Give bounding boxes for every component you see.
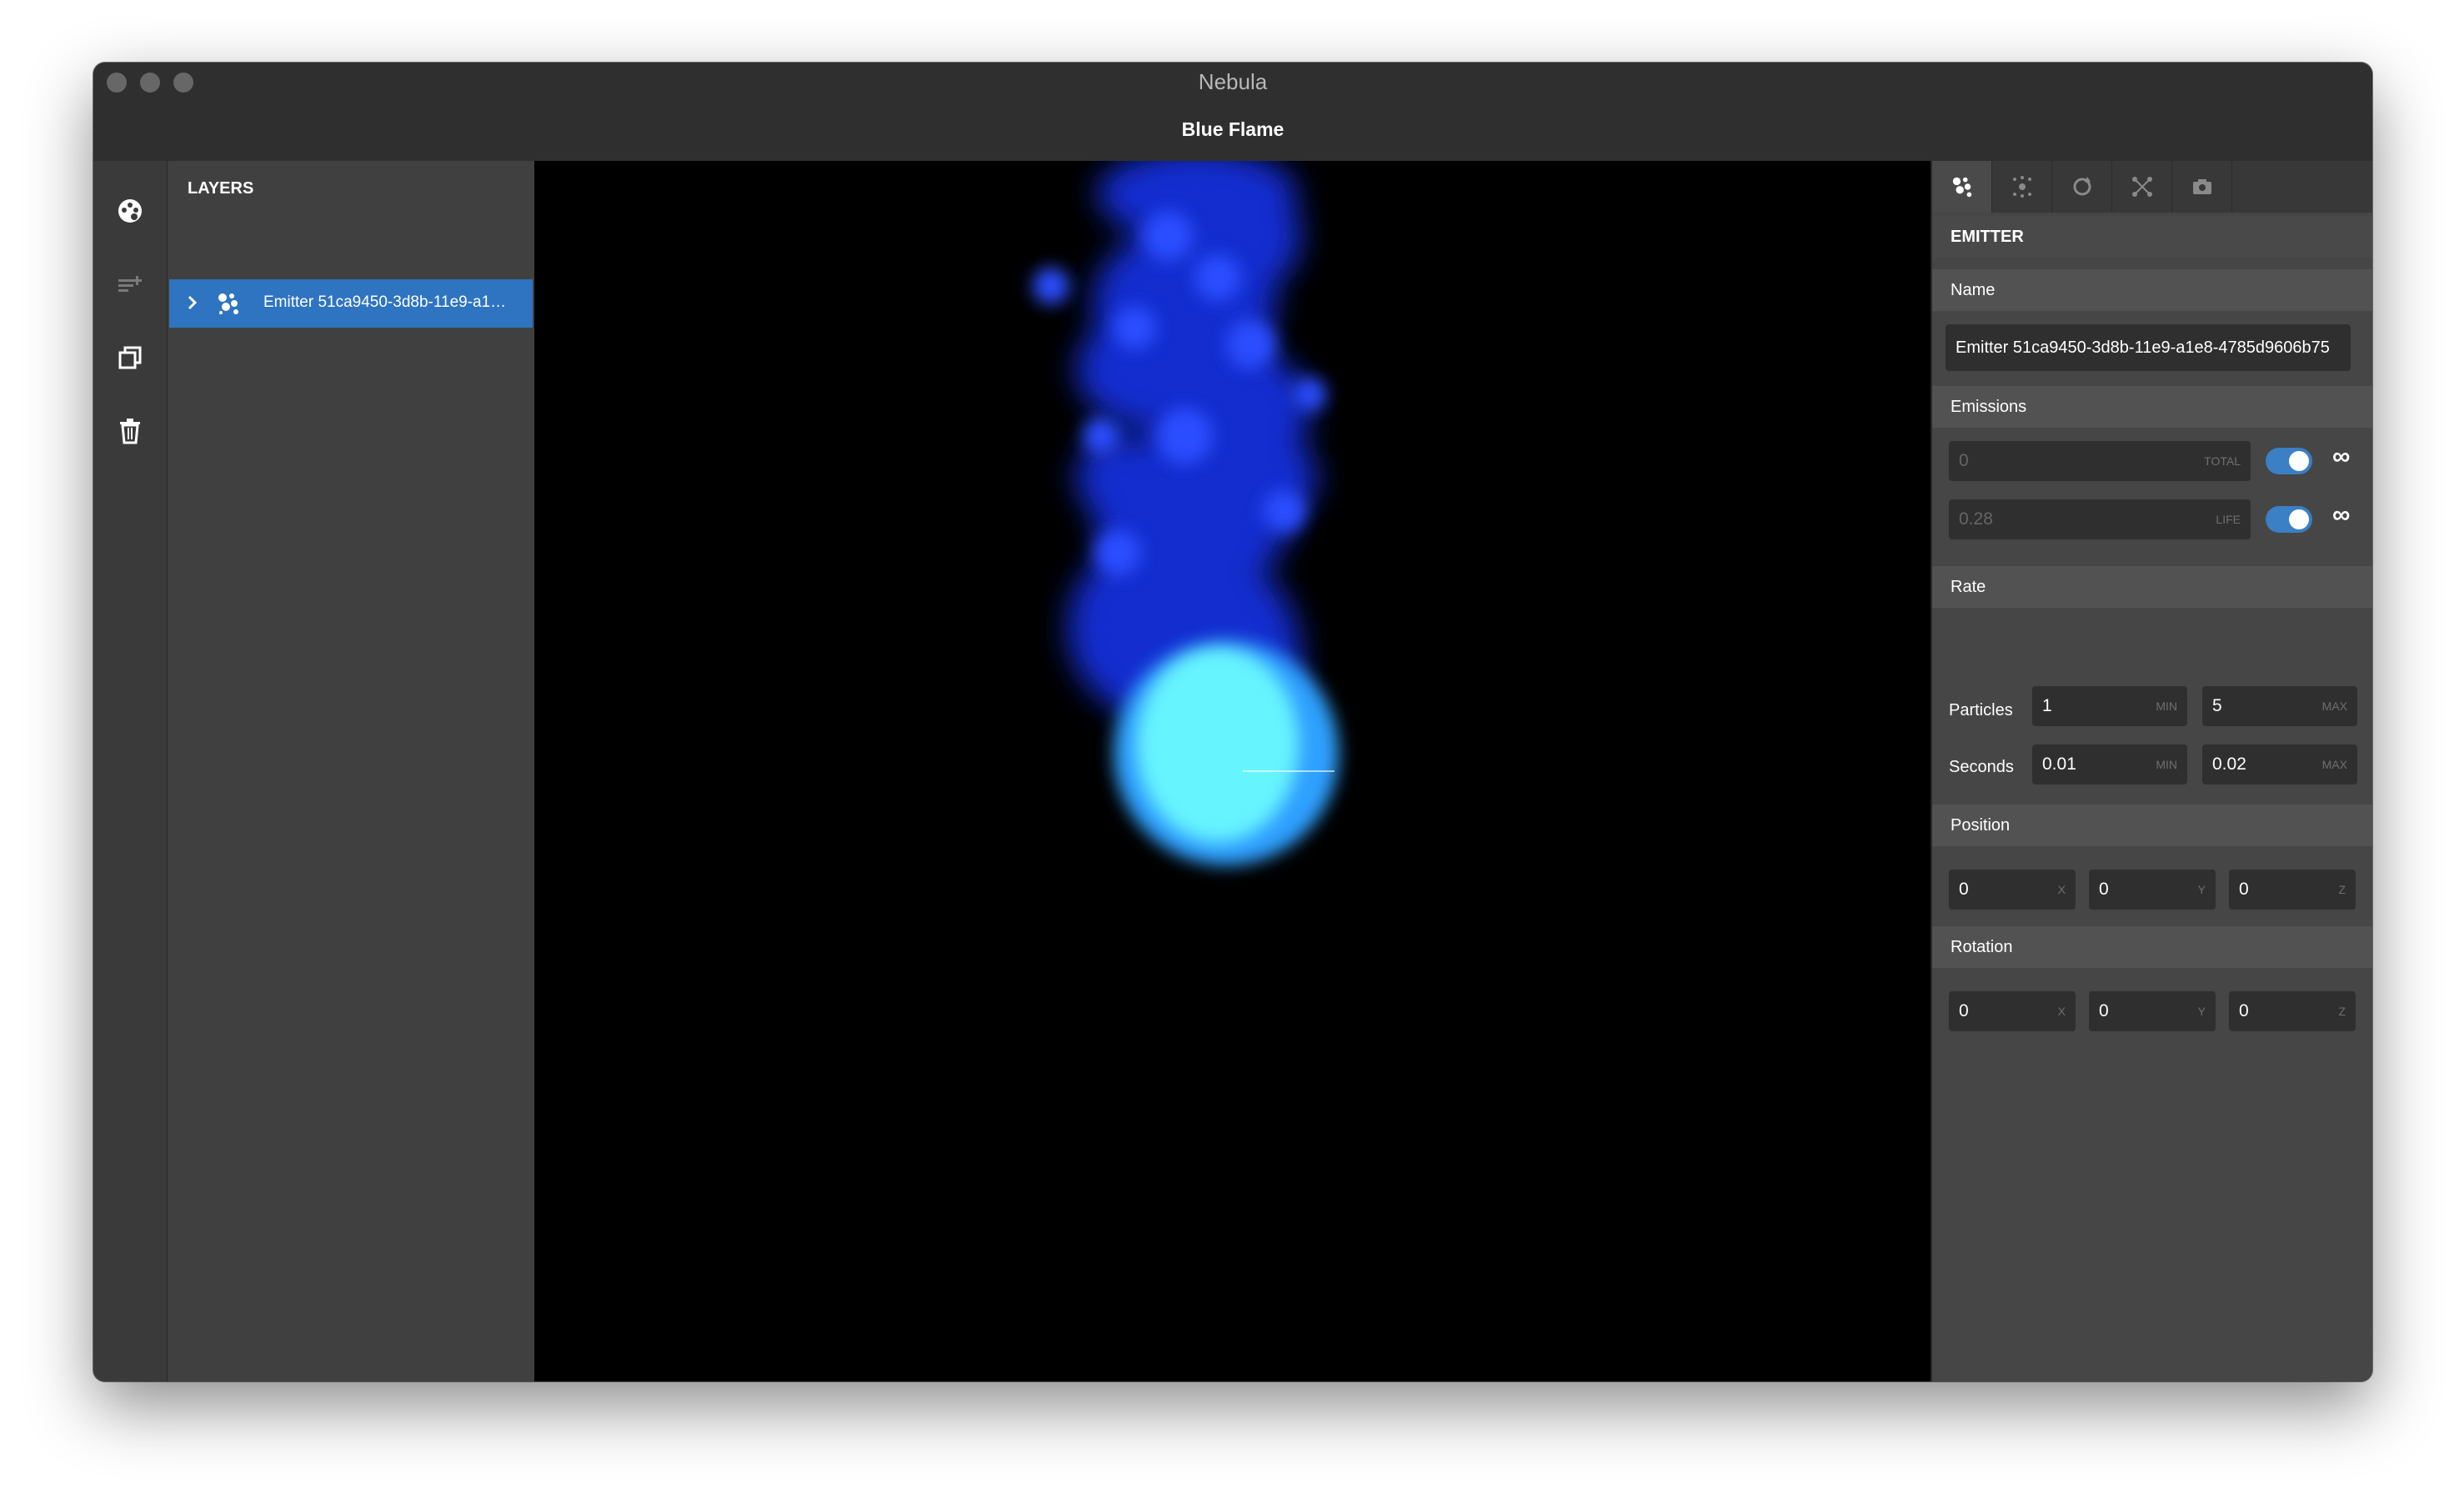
x-suffix: X <box>2057 883 2066 896</box>
inspector-panel: EMITTER Name Emitter 51ca9450-3d8b-11e9-… <box>1931 161 2372 1381</box>
infinity-icon: ∞ <box>2332 501 2351 529</box>
seconds-label: Seconds <box>1949 758 2014 776</box>
chevron-right-icon[interactable] <box>184 293 201 318</box>
min-suffix: MIN <box>2156 699 2177 713</box>
tab-camera[interactable] <box>2172 161 2232 213</box>
tab-emitter[interactable] <box>1932 161 1992 213</box>
max-suffix: MAX <box>2321 758 2347 771</box>
layer-name: Emitter 51ca9450-3d8b-11e9-a1… <box>263 293 507 311</box>
particles-tab-icon <box>2012 176 2031 198</box>
position-y-value: 0 <box>2099 880 2109 899</box>
blue-flame-particles <box>1033 161 1339 865</box>
document-title: Blue Flame <box>1181 118 1285 140</box>
emitter-section-title: EMITTER <box>1932 216 2372 258</box>
seconds-min-value: 0.01 <box>2042 755 2076 774</box>
infinity-icon: ∞ <box>2332 443 2351 470</box>
rotation-x-field[interactable]: 0 X <box>1949 991 2076 1031</box>
particles-max-field[interactable]: 5 MAX <box>2202 686 2357 726</box>
layers-panel: LAYERS Emitter 51ca9450-3d8b-11e9-a1… <box>168 161 534 1381</box>
camera-tab-icon <box>2192 179 2211 194</box>
rotation-tab-icon <box>2073 177 2091 196</box>
particles-max-value: 5 <box>2212 696 2222 715</box>
tool-strip <box>93 161 168 1381</box>
z-suffix: Z <box>2338 1005 2346 1018</box>
emitter-name-value: Emitter 51ca9450-3d8b-11e9-a1e8-4785d960… <box>1956 338 2330 357</box>
position-y-field[interactable]: 0 Y <box>2089 870 2216 910</box>
app-window: Nebula Blue Flame LAYERS Emitter 51ca945… <box>93 63 2372 1381</box>
rotation-z-field[interactable]: 0 Z <box>2229 991 2356 1031</box>
name-section-label: Name <box>1932 269 2372 311</box>
position-x-field[interactable]: 0 X <box>1949 870 2076 910</box>
tab-particles[interactable] <box>1992 161 2052 213</box>
rotation-x-value: 0 <box>1959 1001 1969 1020</box>
y-suffix: Y <box>2197 883 2206 896</box>
nodes-tab-icon <box>2131 177 2152 197</box>
rotation-y-value: 0 <box>2099 1001 2109 1020</box>
x-suffix: X <box>2057 1005 2066 1018</box>
rotation-y-field[interactable]: 0 Y <box>2089 991 2216 1031</box>
total-infinite-toggle[interactable] <box>2266 448 2312 474</box>
seconds-max-field[interactable]: 0.02 MAX <box>2202 744 2357 785</box>
rate-section-label: Rate <box>1932 566 2372 608</box>
emissions-section-label: Emissions <box>1932 386 2372 428</box>
particles-min-value: 1 <box>2042 696 2052 715</box>
seconds-min-field[interactable]: 0.01 MIN <box>2032 744 2187 785</box>
position-x-value: 0 <box>1959 880 1969 899</box>
title-bar: Nebula Blue Flame <box>93 63 2372 162</box>
layer-item-emitter[interactable]: Emitter 51ca9450-3d8b-11e9-a1… <box>169 279 533 328</box>
duplicate-icon[interactable] <box>112 339 148 376</box>
particles-min-field[interactable]: 1 MIN <box>2032 686 2187 726</box>
min-suffix: MIN <box>2156 758 2177 771</box>
seconds-max-value: 0.02 <box>2212 755 2246 774</box>
z-suffix: Z <box>2338 883 2346 896</box>
max-suffix: MAX <box>2321 699 2347 713</box>
emitter-icon <box>216 291 241 321</box>
layers-heading: LAYERS <box>188 179 254 198</box>
emissions-total-field[interactable]: 0 TOTAL <box>1949 441 2251 481</box>
inspector-tabs <box>1932 161 2372 213</box>
position-z-field[interactable]: 0 Z <box>2229 870 2356 910</box>
emitter-tab-icon <box>1952 177 1971 198</box>
emissions-total-value: 0 <box>1959 451 1969 470</box>
position-z-value: 0 <box>2239 880 2249 899</box>
emissions-life-field[interactable]: 0.28 LIFE <box>1949 499 2251 539</box>
rotation-z-value: 0 <box>2239 1001 2249 1020</box>
emitter-name-field[interactable]: Emitter 51ca9450-3d8b-11e9-a1e8-4785d960… <box>1946 324 2351 371</box>
tab-rotation[interactable] <box>2052 161 2112 213</box>
preview-canvas[interactable] <box>534 161 1931 1381</box>
position-section-label: Position <box>1932 805 2372 846</box>
trash-icon[interactable] <box>112 413 148 449</box>
app-title: Nebula <box>1198 69 1268 94</box>
life-suffix: LIFE <box>2216 513 2241 526</box>
rotation-section-label: Rotation <box>1932 926 2372 968</box>
tab-nodes[interactable] <box>2112 161 2172 213</box>
emissions-life-value: 0.28 <box>1959 509 1993 529</box>
particles-label: Particles <box>1949 701 2013 719</box>
y-suffix: Y <box>2197 1005 2206 1018</box>
add-layer-icon[interactable] <box>112 266 148 303</box>
palette-icon[interactable] <box>112 193 148 229</box>
total-suffix: TOTAL <box>2204 454 2241 468</box>
life-infinite-toggle[interactable] <box>2266 506 2312 533</box>
